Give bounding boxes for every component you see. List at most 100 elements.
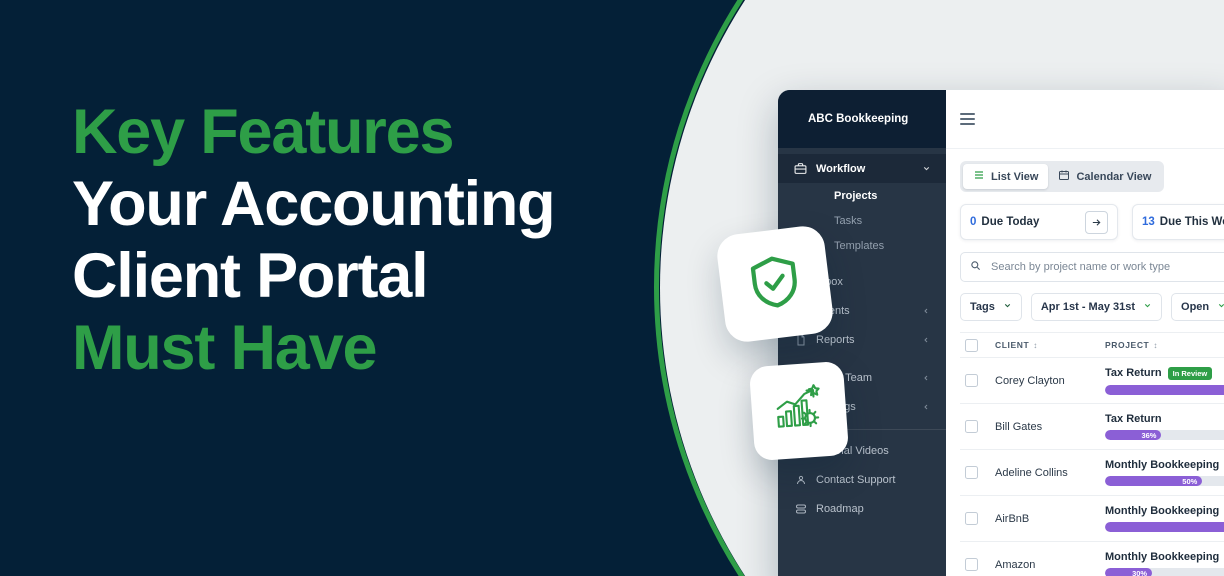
filter-label: Open [1181,301,1210,313]
search-icon [970,258,981,276]
briefcase-icon [792,162,809,175]
select-all-checkbox[interactable] [960,338,995,352]
chevron-left-icon[interactable] [920,403,932,411]
roadmap-icon [792,503,809,515]
cell-client: AirBnB [995,513,1105,525]
sidebar-subitem-label: Tasks [834,214,863,227]
row-checkbox[interactable] [960,466,995,479]
project-name: Monthly Bookkeeping [1105,551,1220,563]
hamburger-menu-icon[interactable] [960,113,975,125]
chevron-left-icon[interactable] [920,374,932,382]
sidebar-item-label: Reports [816,333,855,346]
headline-block: Key Features Your Accounting Client Port… [72,96,692,384]
tab-list-view[interactable]: List View [963,164,1049,189]
cell-project: Monthly Bookkeeping [1105,505,1224,532]
due-cards-row: 0 Due Today 13 Due This Week [960,204,1224,240]
progress-label: 50% [1182,476,1198,486]
cell-project: Tax Return 36% [1105,413,1224,440]
arrow-right-icon[interactable] [1085,210,1108,234]
view-toggle: List View Calendar View [960,161,1165,192]
sidebar-nav: Workflow Projects Tasks Templates Inbox … [778,148,946,576]
progress-bar [1105,522,1224,532]
filter-label: Apr 1st - May 31st [1040,301,1136,313]
app-main: List View Calendar View 0 Due Today 13 D… [946,90,1224,576]
due-label: Due This Week [1159,216,1224,228]
column-label: CLIENT [995,340,1030,350]
cell-project: Monthly Bookkeeping 30% [1105,551,1224,576]
sidebar-item-workflow[interactable]: Workflow [778,154,946,183]
headline-line-4: Must Have [72,313,377,383]
filter-tags[interactable]: Tags [960,293,1022,321]
sidebar-item-projects[interactable]: Projects [778,183,946,208]
shield-check-icon [741,248,808,320]
sidebar-subitem-label: Templates [834,239,885,252]
chevron-left-icon[interactable] [920,307,932,315]
row-checkbox[interactable] [960,558,995,571]
due-today-card[interactable]: 0 Due Today [960,204,1118,240]
progress-fill [1105,522,1224,532]
filter-date-range[interactable]: Apr 1st - May 31st [1030,293,1163,321]
calendar-icon [1058,169,1070,184]
list-icon [973,169,985,184]
growth-feature-card [748,360,850,462]
table-row[interactable]: Adeline Collins Monthly Bookkeeping 50% [960,450,1224,496]
table-row[interactable]: Amazon Monthly Bookkeeping 30% [960,542,1224,576]
due-count: 0 [970,216,977,228]
sidebar-item-label: Workflow [816,162,866,175]
tab-label: List View [991,170,1039,183]
filter-row: Tags Apr 1st - May 31st Open [960,293,1224,321]
sidebar-item-label: Inbox [816,275,843,288]
workspace-name: ABC Bookkeeping [778,90,946,148]
client-name: Adeline Collins [995,466,1068,479]
row-checkbox[interactable] [960,420,995,433]
table-row[interactable]: Bill Gates Tax Return 36% [960,404,1224,450]
app-window: ABC Bookkeeping Workflow Projects Tasks … [778,90,1224,576]
table-row[interactable]: AirBnB Monthly Bookkeeping [960,496,1224,542]
progress-bar: 36% [1105,430,1224,440]
column-header-project[interactable]: PROJECT ↕ [1105,340,1224,350]
project-name: Monthly Bookkeeping [1105,505,1220,517]
due-count: 13 [1142,216,1155,228]
column-header-client[interactable]: CLIENT ↕ [995,340,1105,350]
sidebar-item-contact-support[interactable]: Contact Support [778,465,946,494]
shield-feature-card [714,223,836,345]
progress-fill: 36% [1105,430,1162,440]
cell-client: Corey Clayton [995,375,1105,387]
sidebar-item-label: Contact Support [816,473,896,486]
progress-bar: 30% [1105,568,1224,576]
headline-line-1: Key Features [72,97,454,167]
client-name: Amazon [995,558,1036,571]
client-name: AirBnB [995,512,1030,525]
due-this-week-card[interactable]: 13 Due This Week [1132,204,1224,240]
tab-label: Calendar View [1076,170,1152,183]
cell-client: Bill Gates [995,421,1105,433]
row-checkbox[interactable] [960,374,995,387]
chevron-down-icon [1143,301,1152,313]
search-box[interactable] [960,252,1224,282]
progress-label: 36% [1141,430,1157,440]
chevron-down-icon[interactable] [920,164,932,173]
progress-fill: 30% [1105,568,1153,576]
person-icon [792,474,809,486]
sort-icon[interactable]: ↕ [1033,341,1038,350]
sort-icon[interactable]: ↕ [1153,341,1158,350]
progress-fill [1105,384,1224,395]
progress-fill: 50% [1105,476,1203,486]
filter-label: Tags [970,301,995,313]
chevron-down-icon [1003,301,1012,313]
mockup-composition: ABC Bookkeeping Workflow Projects Tasks … [620,0,1224,576]
search-input[interactable] [989,260,1224,274]
growth-chart-gear-icon [771,381,827,441]
chevron-left-icon[interactable] [920,336,932,344]
row-checkbox[interactable] [960,512,995,525]
due-label: Due Today [981,216,1040,228]
sidebar-item-roadmap[interactable]: Roadmap [778,494,946,523]
tab-calendar-view[interactable]: Calendar View [1048,164,1161,189]
sidebar-subitem-label: Projects [834,189,878,202]
filter-status[interactable]: Open [1171,293,1224,321]
app-content: List View Calendar View 0 Due Today 13 D… [946,149,1224,576]
table-row[interactable]: Corey Clayton Tax Return In Review [960,358,1224,404]
cell-project: Monthly Bookkeeping 50% [1105,459,1224,486]
cell-project: Tax Return In Review [1105,366,1224,395]
project-name: Tax Return [1105,367,1162,379]
